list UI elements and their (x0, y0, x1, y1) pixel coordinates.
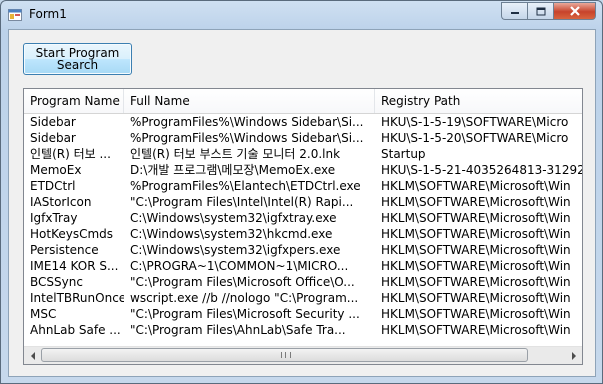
registry-path-cell: HKLM\SOFTWARE\Microsoft\Win (381, 179, 571, 193)
scroll-right-button[interactable] (565, 347, 582, 364)
full-name-cell: "C:\Program Files\Microsoft Security ... (130, 307, 360, 321)
table-row[interactable]: Persistence C:\Windows\system32\igfxpers.… (24, 242, 582, 258)
start-program-search-button[interactable]: Start Program Search (23, 43, 132, 75)
registry-path-cell: HKLM\SOFTWARE\Microsoft\Win (381, 275, 571, 289)
app-window: Form1 Start Program Search Program Name … (0, 0, 603, 384)
start-button-label-line2: Search (56, 58, 99, 72)
program-name-cell: 인텔(R) 터보 ... (30, 147, 111, 161)
program-name-cell: AhnLab Safe ... (30, 323, 121, 337)
full-name-cell: D:\개발 프로그램\메모장\MemoEx.exe (130, 163, 336, 177)
table-row[interactable]: Sidebar %ProgramFiles%\Windows Sidebar\Si… (24, 130, 582, 146)
full-name-cell: C:\PROGRA~1\COMMON~1\MICRO... (130, 259, 349, 273)
table-row[interactable]: IAStorIcon "C:\Program Files\Intel\Intel(… (24, 194, 582, 210)
registry-path-cell: HKLM\SOFTWARE\Microsoft\Win (381, 291, 571, 305)
full-name-cell: C:\Windows\system32\igfxpers.exe (130, 243, 341, 257)
horizontal-scrollbar[interactable] (24, 346, 582, 364)
maximize-icon (536, 7, 545, 15)
program-name-cell: IgfxTray (30, 211, 78, 225)
registry-path-cell: HKLM\SOFTWARE\Microsoft\Win (381, 307, 571, 321)
registry-path-cell: HKLM\SOFTWARE\Microsoft\Win (381, 323, 571, 337)
full-name-cell: 인텔(R) 터보 부스트 기술 모니터 2.0.lnk (130, 147, 341, 161)
form-icon (8, 9, 22, 21)
program-name-cell: Sidebar (30, 115, 76, 129)
maximize-button[interactable] (527, 2, 553, 20)
form-client-area: Start Program Search Program Name Full N… (8, 29, 596, 377)
registry-path-cell: HKU\S-1-5-19\SOFTWARE\Micro (381, 115, 569, 129)
program-name-cell: ETDCtrl (30, 179, 76, 193)
table-row[interactable]: Sidebar %ProgramFiles%\Windows Sidebar\Si… (24, 114, 582, 130)
table-row[interactable]: MSC "C:\Program Files\Microsoft Security … (24, 306, 582, 322)
table-row[interactable]: BCSSync "C:\Program Files\Microsoft Offic… (24, 274, 582, 290)
table-row[interactable]: ETDCtrl %ProgramFiles%\Elantech\ETDCtrl.e… (24, 178, 582, 194)
full-name-cell: "C:\Program Files\AhnLab\Safe Tra... (130, 323, 346, 337)
program-name-cell: MemoEx (30, 163, 82, 177)
registry-path-cell: HKLM\SOFTWARE\Microsoft\Win (381, 259, 571, 273)
close-button[interactable] (553, 2, 596, 20)
table-row[interactable]: IgfxTray C:\Windows\system32\igfxtray.exe… (24, 210, 582, 226)
minimize-icon (510, 12, 519, 14)
column-header-registry-path[interactable]: Registry Path (375, 89, 582, 113)
full-name-cell: wscript.exe //b //nologo "C:\Program... (130, 291, 359, 305)
scrollbar-thumb[interactable] (41, 348, 528, 362)
table-row[interactable]: AhnLab Safe ... "C:\Program Files\AhnLab\… (24, 322, 582, 338)
full-name-cell: %ProgramFiles%\Windows Sidebar\Si... (130, 131, 364, 145)
chevron-left-icon (30, 351, 35, 360)
program-name-cell: HotKeysCmds (30, 227, 114, 241)
close-icon (569, 6, 580, 16)
program-name-cell: IME14 KOR S... (30, 259, 119, 273)
full-name-cell: %ProgramFiles%\Elantech\ETDCtrl.exe (130, 179, 361, 193)
full-name-cell: C:\Windows\system32\igfxtray.exe (130, 211, 337, 225)
table-row[interactable]: HotKeysCmds C:\Windows\system32\hkcmd.exe… (24, 226, 582, 242)
registry-path-cell: HKLM\SOFTWARE\Microsoft\Win (381, 211, 571, 225)
registry-path-cell: HKLM\SOFTWARE\Microsoft\Win (381, 243, 571, 257)
registry-path-cell: HKLM\SOFTWARE\Microsoft\Win (381, 195, 571, 209)
scroll-left-button[interactable] (24, 347, 41, 364)
full-name-cell: "C:\Program Files\Intel\Intel(R) Rapi... (130, 195, 354, 209)
program-list-view[interactable]: Program Name Full Name Registry Path Sid… (23, 88, 583, 365)
table-row[interactable]: IntelTBRunOnce wscript.exe //b //nologo "… (24, 290, 582, 306)
list-rows: Sidebar %ProgramFiles%\Windows Sidebar\Si… (24, 114, 582, 338)
registry-path-cell: HKU\S-1-5-21-4035264813-3129268 (381, 163, 583, 177)
program-name-cell: Sidebar (30, 131, 76, 145)
program-name-cell: Persistence (30, 243, 99, 257)
caption-buttons (501, 2, 596, 22)
column-header-program-name[interactable]: Program Name (24, 89, 124, 113)
table-row[interactable]: MemoEx D:\개발 프로그램\메모장\MemoEx.exe HKU\S-1-5… (24, 162, 582, 178)
full-name-cell: "C:\Program Files\Microsoft Office\O... (130, 275, 355, 289)
registry-path-cell: Startup (381, 147, 426, 161)
registry-path-cell: HKU\S-1-5-20\SOFTWARE\Micro (381, 131, 569, 145)
full-name-cell: C:\Windows\system32\hkcmd.exe (130, 227, 333, 241)
title-bar[interactable]: Form1 (1, 1, 602, 29)
chevron-right-icon (571, 351, 576, 360)
full-name-cell: %ProgramFiles%\Windows Sidebar\Si... (130, 115, 364, 129)
table-row[interactable]: 인텔(R) 터보 ... 인텔(R) 터보 부스트 기술 모니터 2.0.lnk S… (24, 146, 582, 162)
list-header: Program Name Full Name Registry Path (24, 89, 582, 114)
program-name-cell: IAStorIcon (30, 195, 92, 209)
column-header-full-name[interactable]: Full Name (124, 89, 375, 113)
window-title: Form1 (29, 7, 67, 21)
table-row[interactable]: IME14 KOR S... C:\PROGRA~1\COMMON~1\MICRO… (24, 258, 582, 274)
program-name-cell: BCSSync (30, 275, 83, 289)
program-name-cell: MSC (30, 307, 57, 321)
registry-path-cell: HKLM\SOFTWARE\Microsoft\Win (381, 227, 571, 241)
program-name-cell: IntelTBRunOnce (30, 291, 124, 305)
minimize-button[interactable] (501, 2, 527, 20)
grip-icon (280, 352, 291, 358)
